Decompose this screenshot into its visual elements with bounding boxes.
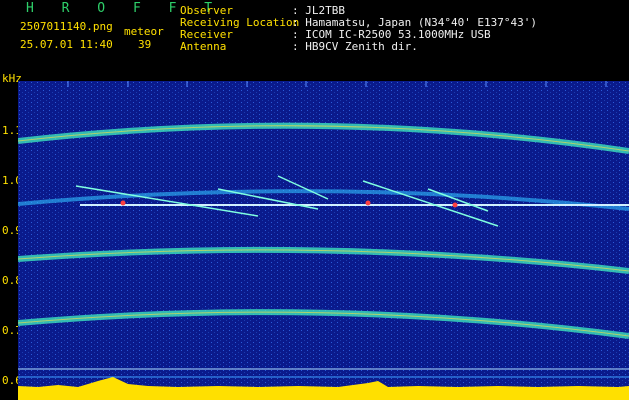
meteor-count-value: 39 (138, 38, 152, 51)
spectrogram-plot (18, 81, 629, 400)
spectrogram-window: H R O F F T 2507011140.png 25.07.01 11:4… (0, 0, 629, 400)
filename-label: 2507011140.png (20, 20, 113, 33)
antenna-key: Antenna (180, 40, 227, 53)
meteor-count-label: meteor (124, 25, 164, 38)
datetime-label: 25.07.01 11:40 (20, 38, 113, 51)
antenna-value: : HB9CV Zenith dir. (292, 40, 418, 53)
